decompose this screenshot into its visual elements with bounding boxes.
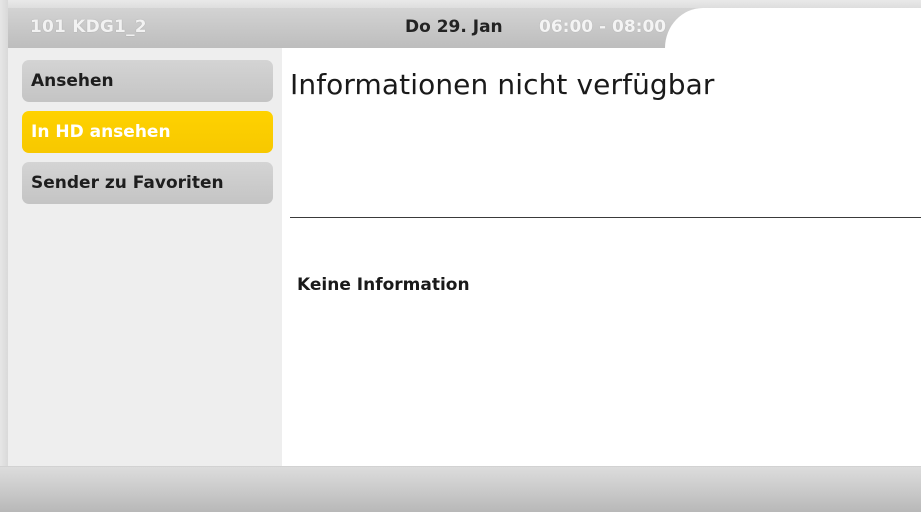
epg-info-screen: 101 KDG1_2 Do 29. Jan 06:00 - 08:00 Anse… — [0, 0, 921, 512]
info-text: Keine Information — [297, 275, 470, 295]
frame-left — [0, 0, 8, 512]
menu-item-label: In HD ansehen — [31, 122, 171, 142]
menu-item-watch[interactable]: Ansehen — [22, 60, 273, 102]
header-curve — [665, 8, 921, 48]
menu-item-label: Ansehen — [31, 71, 114, 91]
menu-item-add-favorite[interactable]: Sender zu Favoriten — [22, 162, 273, 204]
program-date: Do 29. Jan — [405, 17, 503, 37]
program-time-range: 06:00 - 08:00 — [539, 17, 667, 37]
menu-item-label: Sender zu Favoriten — [31, 173, 224, 193]
content-divider — [290, 217, 921, 218]
content-title: Informationen nicht verfügbar — [290, 68, 715, 101]
bottom-bar — [0, 466, 921, 512]
channel-name: 101 KDG1_2 — [30, 17, 147, 37]
frame-top — [0, 0, 921, 8]
menu-item-watch-hd[interactable]: In HD ansehen — [22, 111, 273, 153]
